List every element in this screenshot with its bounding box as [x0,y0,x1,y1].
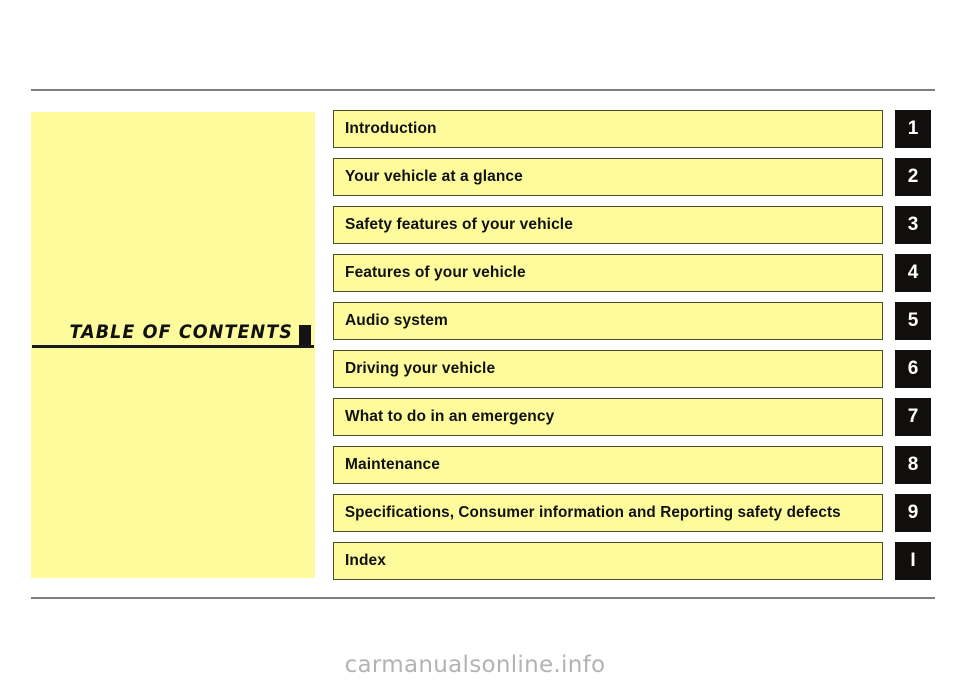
toc-row-label: Driving your vehicle [345,360,496,377]
toc-page: { "page": { "title": "TABLE OF CONTENTS"… [0,0,960,690]
chapter-tab-3[interactable]: 3 [895,206,931,244]
toc-row-label: Maintenance [345,456,440,473]
title-underline [32,345,314,348]
bottom-divider-rule [31,597,935,599]
toc-row-label: Specifications, Consumer information and… [344,504,841,521]
page-title: TABLE OF CONTENTS [69,321,293,343]
chapter-tab-6[interactable]: 6 [895,350,931,388]
toc-row-label: Your vehicle at a glance [345,168,523,185]
toc-row-label: Safety features of your vehicle [345,216,573,233]
toc-row-your-vehicle-at-a-glance[interactable]: Your vehicle at a glance [333,158,883,196]
toc-row-introduction[interactable]: Introduction [333,110,883,148]
toc-row-safety-features[interactable]: Safety features of your vehicle [333,206,883,244]
top-divider-rule [31,89,935,91]
toc-row-audio-system[interactable]: Audio system [333,302,883,340]
chapter-tab-1[interactable]: 1 [895,110,931,148]
toc-row-index[interactable]: Index [333,542,883,580]
title-block-marker [299,325,311,345]
toc-row-label: Features of your vehicle [345,264,526,281]
chapter-tab-2[interactable]: 2 [895,158,931,196]
toc-row-label: Audio system [345,312,448,329]
toc-row-label: Introduction [345,120,437,137]
toc-row-driving-your-vehicle[interactable]: Driving your vehicle [333,350,883,388]
chapter-tab-index[interactable]: I [895,542,931,580]
chapter-tab-column: 1 2 3 4 5 6 7 8 9 I [895,110,931,580]
page-title-group: TABLE OF CONTENTS [31,316,315,348]
toc-row-label: What to do in an emergency [345,408,555,425]
chapter-tab-7[interactable]: 7 [895,398,931,436]
toc-row-specifications[interactable]: Specifications, Consumer information and… [333,494,883,532]
chapter-tab-9[interactable]: 9 [895,494,931,532]
chapter-tab-4[interactable]: 4 [895,254,931,292]
chapter-tab-5[interactable]: 5 [895,302,931,340]
site-watermark: carmanualsonline.info [344,652,606,678]
toc-row-maintenance[interactable]: Maintenance [333,446,883,484]
toc-row-features-of-your-vehicle[interactable]: Features of your vehicle [333,254,883,292]
toc-list: Introduction Your vehicle at a glance Sa… [333,110,883,580]
chapter-tab-8[interactable]: 8 [895,446,931,484]
toc-row-what-to-do-in-an-emergency[interactable]: What to do in an emergency [333,398,883,436]
toc-row-label: Index [345,552,386,569]
